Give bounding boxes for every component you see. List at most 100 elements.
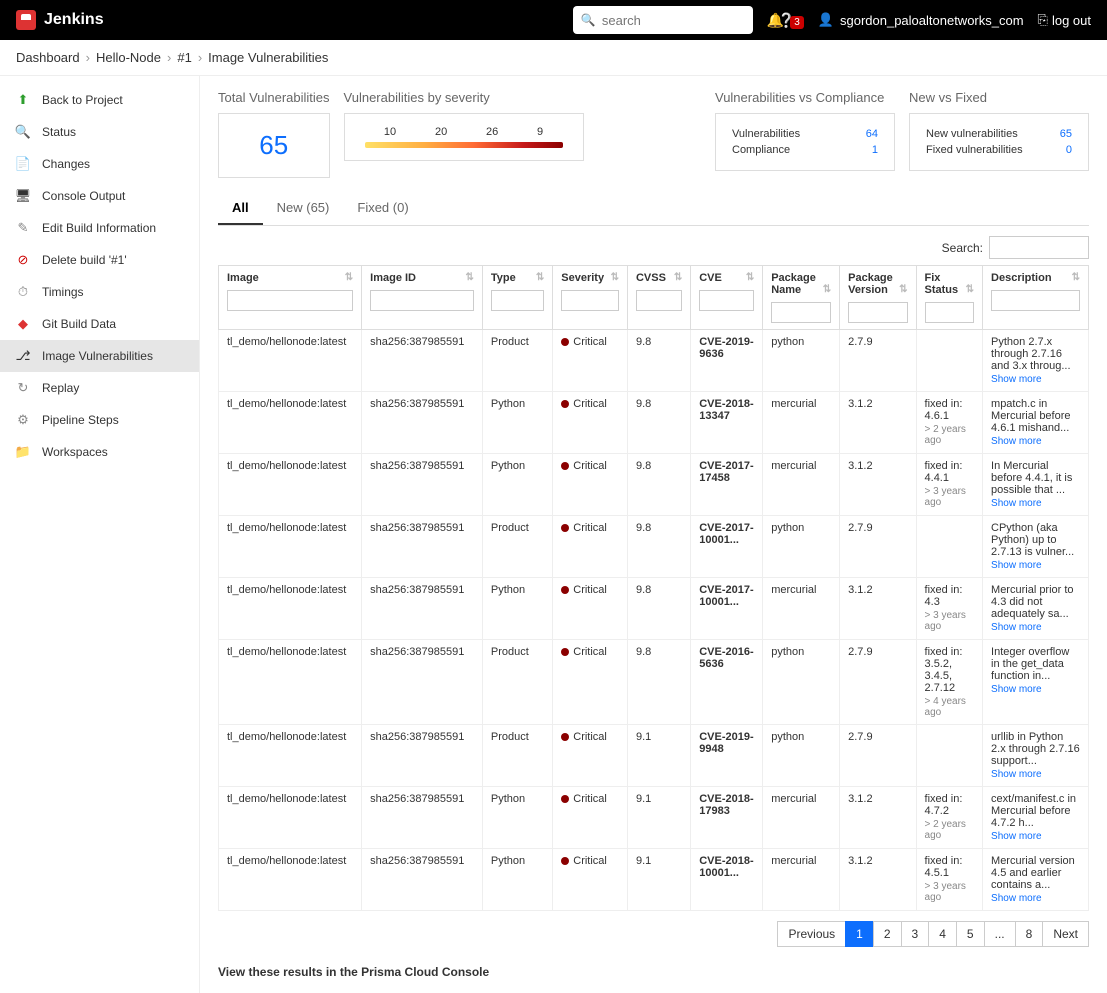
page-next[interactable]: Next: [1042, 921, 1089, 947]
col-package-name[interactable]: Package Name⇅: [763, 266, 840, 330]
col-cve[interactable]: CVE⇅: [691, 266, 763, 330]
cell-image-id: sha256:387985591: [362, 392, 483, 454]
sort-icon[interactable]: ⇅: [674, 272, 682, 283]
breadcrumb-item[interactable]: Hello-Node: [96, 50, 161, 65]
filter-input[interactable]: [370, 290, 474, 311]
show-more-link[interactable]: Show more: [991, 498, 1080, 509]
sidebar-item-image-vulnerabilities[interactable]: ⎇ Image Vulnerabilities: [0, 340, 199, 372]
sort-icon[interactable]: ⇅: [1072, 272, 1080, 283]
sort-icon[interactable]: ⇅: [823, 284, 831, 295]
breadcrumb-item[interactable]: Dashboard: [16, 50, 80, 65]
table-search-input[interactable]: [989, 236, 1089, 259]
breadcrumb-item[interactable]: Image Vulnerabilities: [208, 50, 328, 65]
page-1[interactable]: 1: [845, 921, 874, 947]
show-more-link[interactable]: Show more: [991, 436, 1080, 447]
cell-cve[interactable]: CVE-2018-10001...: [691, 849, 763, 911]
filter-input[interactable]: [925, 302, 975, 323]
jenkins-logo[interactable]: Jenkins: [16, 10, 104, 30]
filter-input[interactable]: [636, 290, 682, 311]
filter-input[interactable]: [227, 290, 353, 311]
sort-icon[interactable]: ⇅: [899, 284, 907, 295]
col-severity[interactable]: Severity⇅: [553, 266, 628, 330]
sidebar-label: Console Output: [42, 189, 125, 203]
logout-link[interactable]: ⎘ log out: [1038, 12, 1091, 28]
footer-link[interactable]: View these results in the Prisma Cloud C…: [218, 965, 1089, 979]
sidebar-item-git-build-data[interactable]: ◆ Git Build Data: [0, 308, 199, 340]
show-more-link[interactable]: Show more: [991, 831, 1080, 842]
bell-icon: 🔔: [767, 12, 784, 28]
sort-icon[interactable]: ⇅: [611, 272, 619, 283]
sidebar-item-edit-build-information[interactable]: ✎ Edit Build Information: [0, 212, 199, 244]
tab-all[interactable]: All: [218, 192, 263, 225]
cell-description: Python 2.7.x through 2.7.16 and 3.x thro…: [983, 330, 1089, 392]
sort-icon[interactable]: ⇅: [966, 284, 974, 295]
col-package-version[interactable]: Package Version⇅: [840, 266, 916, 330]
cell-cve[interactable]: CVE-2016-5636: [691, 640, 763, 725]
cell-cve[interactable]: CVE-2018-13347: [691, 392, 763, 454]
page-8[interactable]: 8: [1015, 921, 1044, 947]
sidebar-icon: 🔍: [14, 123, 32, 141]
page-prev[interactable]: Previous: [777, 921, 846, 947]
severity-dot-icon: [561, 733, 569, 741]
cell-fix-status: fixed in: 4.7.2> 2 years ago: [916, 787, 983, 849]
tab-new-65-[interactable]: New (65): [263, 192, 344, 225]
col-description[interactable]: Description⇅: [983, 266, 1089, 330]
cell-cve[interactable]: CVE-2019-9636: [691, 330, 763, 392]
tab-fixed-0-[interactable]: Fixed (0): [343, 192, 422, 225]
show-more-link[interactable]: Show more: [991, 374, 1080, 385]
filter-input[interactable]: [699, 290, 754, 311]
cell-severity: Critical: [553, 640, 628, 725]
sidebar-item-delete-build-1-[interactable]: ⊘ Delete build '#1': [0, 244, 199, 276]
col-cvss[interactable]: CVSS⇅: [627, 266, 690, 330]
user-menu[interactable]: 👤 sgordon_paloaltonetworks_com: [818, 12, 1024, 28]
filter-input[interactable]: [561, 290, 619, 311]
sidebar-item-replay[interactable]: ↻ Replay: [0, 372, 199, 404]
filter-input[interactable]: [848, 302, 907, 323]
sidebar-item-timings[interactable]: ⏱ Timings: [0, 276, 199, 308]
col-type[interactable]: Type⇅: [482, 266, 552, 330]
sidebar-item-pipeline-steps[interactable]: ⚙ Pipeline Steps: [0, 404, 199, 436]
severity-dot-icon: [561, 462, 569, 470]
sort-icon[interactable]: ⇅: [345, 272, 353, 283]
filter-input[interactable]: [771, 302, 831, 323]
page-...[interactable]: ...: [984, 921, 1016, 947]
filter-input[interactable]: [991, 290, 1080, 311]
show-more-link[interactable]: Show more: [991, 893, 1080, 904]
show-more-link[interactable]: Show more: [991, 622, 1080, 633]
sort-icon[interactable]: ⇅: [466, 272, 474, 283]
page-4[interactable]: 4: [928, 921, 957, 947]
cell-type: Python: [482, 787, 552, 849]
col-image-id[interactable]: Image ID⇅: [362, 266, 483, 330]
show-more-link[interactable]: Show more: [991, 684, 1080, 695]
cell-cve[interactable]: CVE-2017-10001...: [691, 516, 763, 578]
page-3[interactable]: 3: [901, 921, 930, 947]
cell-cve[interactable]: CVE-2017-10001...: [691, 578, 763, 640]
col-fix-status[interactable]: Fix Status⇅: [916, 266, 983, 330]
page-5[interactable]: 5: [956, 921, 985, 947]
cell-package-name: mercurial: [763, 392, 840, 454]
sort-icon[interactable]: ⇅: [536, 272, 544, 283]
show-more-link[interactable]: Show more: [991, 560, 1080, 571]
col-image[interactable]: Image⇅: [219, 266, 362, 330]
filter-input[interactable]: [491, 290, 544, 311]
cell-cve[interactable]: CVE-2018-17983: [691, 787, 763, 849]
notifications[interactable]: 🔔 3: [767, 12, 804, 29]
table-row: tl_demo/hellonode:latest sha256:38798559…: [219, 330, 1089, 392]
cell-cvss: 9.8: [627, 578, 690, 640]
search-input[interactable]: [602, 13, 778, 28]
search-box[interactable]: 🔍 ❔: [573, 6, 753, 34]
table-row: tl_demo/hellonode:latest sha256:38798559…: [219, 725, 1089, 787]
cell-cve[interactable]: CVE-2019-9948: [691, 725, 763, 787]
cell-cve[interactable]: CVE-2017-17458: [691, 454, 763, 516]
sidebar-item-status[interactable]: 🔍 Status: [0, 116, 199, 148]
sort-icon[interactable]: ⇅: [746, 272, 754, 283]
sidebar-item-changes[interactable]: 📄 Changes: [0, 148, 199, 180]
page-2[interactable]: 2: [873, 921, 902, 947]
sidebar-item-workspaces[interactable]: 📁 Workspaces: [0, 436, 199, 468]
cell-package-name: python: [763, 330, 840, 392]
breadcrumb-item[interactable]: #1: [177, 50, 191, 65]
cell-package-name: python: [763, 640, 840, 725]
show-more-link[interactable]: Show more: [991, 769, 1080, 780]
sidebar-item-console-output[interactable]: 🖥 Console Output: [0, 180, 199, 212]
sidebar-item-back-to-project[interactable]: ⬆ Back to Project: [0, 84, 199, 116]
